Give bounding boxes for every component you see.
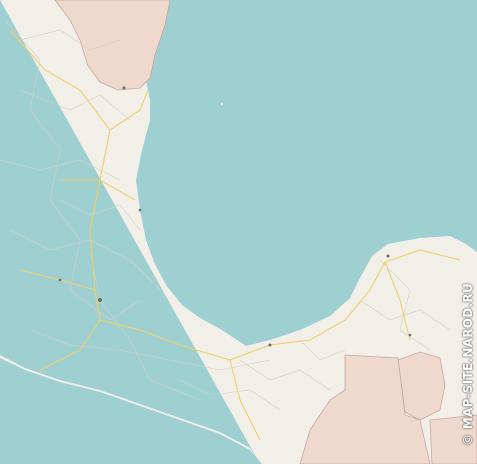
belize-region	[397, 351, 446, 421]
offshore-features	[220, 102, 224, 106]
map-canvas[interactable]: © MAP-SITE.NAROD.RU	[0, 0, 477, 464]
site-watermark: © MAP-SITE.NAROD.RU	[461, 283, 475, 446]
map-graphic	[0, 0, 477, 464]
